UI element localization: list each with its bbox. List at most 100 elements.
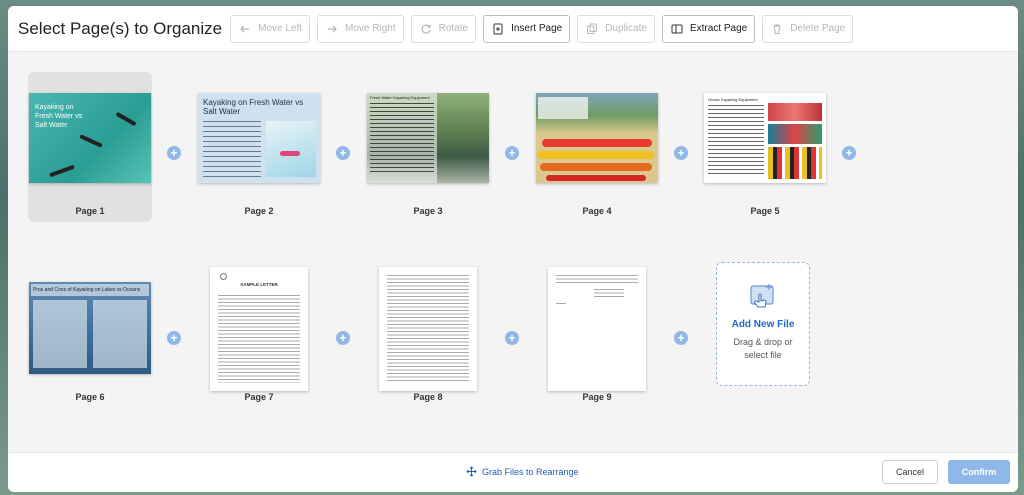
extract-page-icon <box>670 22 684 36</box>
text-column <box>93 300 147 368</box>
kayaker-image <box>266 121 316 177</box>
text-block <box>708 105 764 177</box>
page-label: Page 5 <box>750 206 780 216</box>
kayak-shape <box>542 139 652 147</box>
page-thumbnail-title: SAMPLE LETTER <box>240 282 278 287</box>
kayak-shape <box>49 164 75 178</box>
page-label: Page 7 <box>244 392 274 402</box>
kayak-shape <box>280 151 300 156</box>
page-label: Page 3 <box>413 206 443 216</box>
rotate-button[interactable]: Rotate <box>410 14 477 43</box>
rotate-label: Rotate <box>438 23 469 34</box>
page-label: Page 8 <box>413 392 443 402</box>
insert-page-icon <box>491 22 505 36</box>
page-thumbnail: Kayaking on Fresh Water vs Salt Water <box>29 93 151 183</box>
kayak-image <box>768 103 822 121</box>
kayak-shape <box>538 151 654 159</box>
page-thumbnail: Ocean Kayaking Equipment <box>704 93 826 183</box>
text-column <box>33 300 87 368</box>
duplicate-label: Duplicate <box>605 23 647 34</box>
page-label: Page 6 <box>75 392 105 402</box>
text-line <box>556 303 566 304</box>
page-thumbnail: Kayaking on Fresh Water vs Salt Water <box>198 93 320 183</box>
insert-plus-button[interactable]: + <box>674 331 688 345</box>
page-label: Page 4 <box>582 206 612 216</box>
add-new-file-subtitle: Drag & drop or select file <box>733 337 793 360</box>
page-label: Page 2 <box>244 206 274 216</box>
insert-plus-button[interactable]: + <box>505 146 519 160</box>
paddle-image <box>768 147 822 179</box>
page-thumbnail <box>536 93 658 183</box>
modal-header: Select Page(s) to Organize Move Left Mov… <box>8 6 1018 52</box>
move-right-label: Move Right <box>345 23 396 34</box>
move-arrows-icon <box>466 466 477 477</box>
kayak-shape <box>115 111 137 127</box>
move-right-button[interactable]: Move Right <box>317 14 404 43</box>
text-block <box>203 121 261 177</box>
text-block <box>556 275 638 285</box>
page-label: Page 9 <box>582 392 612 402</box>
move-left-label: Move Left <box>258 23 303 34</box>
modal-footer: Grab Files to Rearrange Cancel Confirm <box>8 452 1018 492</box>
arrow-left-icon <box>238 22 252 36</box>
page-card[interactable]: Page 9 <box>535 258 659 408</box>
insert-plus-button[interactable]: + <box>336 331 350 345</box>
page-thumbnail <box>379 267 477 391</box>
signature-block <box>594 289 624 299</box>
insert-page-button[interactable]: Insert Page <box>483 14 571 43</box>
grab-files-label: Grab Files to Rearrange <box>482 466 579 477</box>
trash-icon <box>770 22 784 36</box>
cancel-button[interactable]: Cancel <box>882 460 938 484</box>
grab-files-hint: Grab Files to Rearrange <box>466 466 579 477</box>
page-thumbnail-title: Pros and Cons of Kayaking on Lakes vs Oc… <box>33 287 141 293</box>
page-card[interactable]: Fresh Water Kayaking Equipment Page 3 <box>366 72 490 222</box>
organize-pages-modal: Select Page(s) to Organize Move Left Mov… <box>8 6 1018 492</box>
delete-page-label: Delete Page <box>790 23 846 34</box>
page-thumbnail: Fresh Water Kayaking Equipment <box>367 93 489 183</box>
page-card[interactable]: SAMPLE LETTER Page 7 <box>197 258 321 408</box>
insert-plus-button[interactable]: + <box>842 146 856 160</box>
insert-plus-button[interactable]: + <box>505 331 519 345</box>
text-block <box>387 275 469 383</box>
confirm-button[interactable]: Confirm <box>948 460 1010 484</box>
delete-page-button[interactable]: Delete Page <box>762 14 854 43</box>
text-block <box>370 103 434 173</box>
duplicate-button[interactable]: Duplicate <box>577 14 655 43</box>
page-card[interactable]: Pros and Cons of Kayaking on Lakes vs Oc… <box>28 258 152 408</box>
extract-page-label: Extract Page <box>689 23 748 34</box>
page-card[interactable]: Kayaking on Fresh Water vs Salt Water Pa… <box>28 72 152 222</box>
duplicate-icon <box>585 22 599 36</box>
page-thumbnail: SAMPLE LETTER <box>210 267 308 391</box>
kayak-shape <box>540 163 652 171</box>
insert-plus-button[interactable]: + <box>336 146 350 160</box>
move-left-button[interactable]: Move Left <box>230 14 311 43</box>
page-card[interactable]: Kayaking on Fresh Water vs Salt Water Pa… <box>197 72 321 222</box>
text-overlay <box>538 97 588 119</box>
insert-plus-button[interactable]: + <box>167 331 181 345</box>
insert-plus-button[interactable]: + <box>674 146 688 160</box>
page-card[interactable]: Ocean Kayaking Equipment Page 5 <box>703 72 827 222</box>
upload-icon <box>747 283 779 311</box>
letterhead-logo <box>220 273 227 280</box>
insert-page-label: Insert Page <box>511 23 563 34</box>
page-label: Page 1 <box>75 206 105 216</box>
add-new-file-dropzone[interactable]: Add New File Drag & drop or select file <box>716 262 810 386</box>
arrow-right-icon <box>325 22 339 36</box>
add-new-file-title: Add New File <box>731 319 795 330</box>
page-card[interactable]: Page 8 <box>366 258 490 408</box>
page-thumbnail <box>548 267 646 391</box>
page-thumbnail-title: Fresh Water Kayaking Equipment <box>370 95 430 100</box>
rotate-icon <box>419 22 433 36</box>
page-thumbnail: Pros and Cons of Kayaking on Lakes vs Oc… <box>29 282 151 374</box>
text-block <box>218 295 300 383</box>
modal-title: Select Page(s) to Organize <box>18 18 223 38</box>
pages-grid: Kayaking on Fresh Water vs Salt Water Pa… <box>8 52 1018 452</box>
kayak-shape <box>546 175 646 181</box>
page-thumbnail-title: Ocean Kayaking Equipment <box>708 97 758 102</box>
extract-page-button[interactable]: Extract Page <box>661 14 756 43</box>
insert-plus-button[interactable]: + <box>167 146 181 160</box>
page-thumbnail-title: Kayaking on Fresh Water vs Salt Water <box>35 104 83 129</box>
page-card[interactable]: Page 4 <box>535 72 659 222</box>
page-thumbnail-title: Kayaking on Fresh Water vs Salt Water <box>203 98 304 116</box>
kayak-image <box>768 124 822 144</box>
